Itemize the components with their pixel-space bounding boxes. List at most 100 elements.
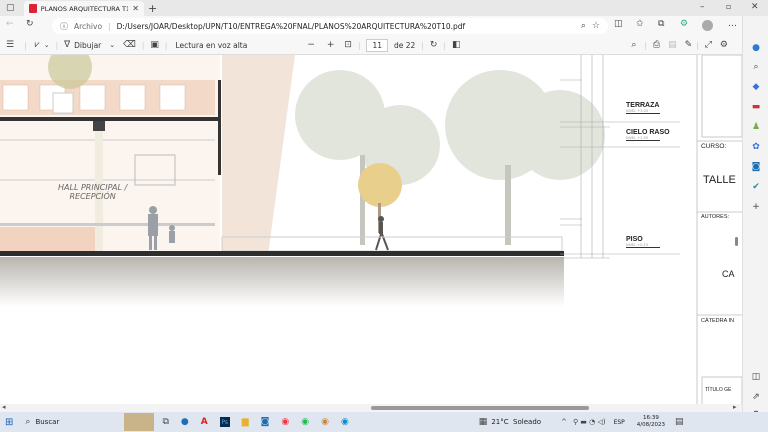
taskbar: ⊞ ⌕ Buscar ⧉ ● A Ps ▆ ◙ ◉ ◉ ◉ ◉ ▦ 21°C S… [0,412,768,432]
tools-icon[interactable]: ▬ [748,100,764,114]
edge-icon[interactable]: ◉ [341,417,349,427]
save-as-icon[interactable]: ✎ [685,40,693,50]
search-highlight-image [124,413,155,431]
close-window-icon[interactable]: ✕ [751,2,759,12]
zoom-out-icon[interactable]: − [307,40,315,50]
curso-label: CURSO: [701,143,727,150]
horizontal-scrollbar[interactable]: ◂ ▸ [0,403,742,412]
draw-button[interactable]: Dibujar [74,41,101,50]
add-icon[interactable]: + [748,200,764,214]
tab-actions-icon[interactable]: ▢ [6,3,15,13]
designer-icon[interactable]: ✔ [748,180,764,194]
file-explorer-icon[interactable]: ▆ [242,417,249,427]
yellow-tree [358,163,402,207]
address-prefix: Archivo [74,21,103,31]
title-block-frame [696,55,742,404]
weather-icon: ▦ [478,417,488,427]
pdf-toolbar: ☰ | ⩗ ⌄ | ∇ Dibujar ⌄ ⌫ | ▣ | Lectura en… [0,36,742,55]
hall-label: HALL PRINCIPAL / RECEPCIÓN [58,183,128,201]
m365-icon[interactable]: ✿ [748,140,764,154]
favorite-star-icon[interactable]: ☆ [592,21,600,31]
windows-start-icon[interactable]: ⊞ [5,417,13,428]
tray-chevron-icon[interactable]: ^ [561,418,567,426]
task-view-icon[interactable]: ⧉ [162,417,168,427]
level-cielo-raso: CIELO RASO NIVEL +2.95 [626,129,670,141]
autor-value: CA [722,269,735,279]
taskbar-search-box[interactable]: Buscar [35,418,120,426]
print-icon[interactable]: ⎙ [653,40,660,50]
vertical-scrollbar-thumb[interactable] [735,237,738,246]
ground-fog [0,257,564,307]
fullscreen-icon[interactable]: ⤢ [705,40,712,50]
games-icon[interactable]: ♟ [748,120,764,134]
outlook-icon[interactable]: ◙ [748,160,764,174]
chrome-icon[interactable]: ◉ [281,417,289,427]
scroll-left-icon[interactable]: ◂ [2,403,6,411]
titulo-label: TÍTULO GE [705,387,732,393]
scroll-right-icon[interactable]: ▸ [733,403,737,411]
maximize-icon[interactable]: ▫ [726,2,731,11]
favorites-icon[interactable]: ✩ [636,19,644,29]
sidebar-toggle-icon[interactable]: ◫ [748,370,764,384]
more-icon[interactable]: … [728,19,737,29]
autores-label: AUTORES: [701,214,730,220]
acrobat-icon[interactable]: A [201,417,208,427]
facade-wall [222,55,295,255]
notification-icon[interactable]: ● [748,41,764,55]
draw-dropdown-icon[interactable]: ⌄ [109,41,115,49]
page-total: de 22 [394,40,416,50]
outlook-taskbar-icon[interactable]: ◙ [261,417,270,427]
tab-pdf[interactable]: PLANOS ARQUITECTURA T10.pdf ✕ [24,1,144,16]
split-screen-icon[interactable]: ◫ [614,19,623,29]
tab-bar: ▢ PLANOS ARQUITECTURA T10.pdf ✕ + – ▫ ✕ [0,0,768,16]
eraser-icon[interactable]: ⌫ [123,40,136,50]
contents-icon[interactable]: ☰ [6,40,14,50]
tray-icons[interactable]: ⚲ ▬ ◔ ◁) [573,418,606,426]
horizontal-scrollbar-thumb[interactable] [371,406,589,410]
weather-text[interactable]: 21°C Soleado [491,418,541,426]
catedra-label: CÁTEDRA IN [701,318,735,324]
extensions-icon[interactable]: ⚙ [680,19,688,29]
read-aloud-button[interactable]: Lectura en voz alta [175,41,247,50]
page-view-icon[interactable]: ◧ [452,40,461,50]
save-icon[interactable]: ▤ [668,40,677,50]
edge-sidebar: ● ⌕ ◆ ▬ ♟ ✿ ◙ ✔ + ◫ ⇗ ⚙ [742,16,768,420]
pdf-page-view: HALL PRINCIPAL / RECEPCIÓN TERRAZA NIVEL… [0,55,742,404]
search-pdf-icon[interactable]: ⌕ [631,40,636,50]
close-tab-icon[interactable]: ✕ [132,4,139,13]
search-icon[interactable]: ⌕ [748,60,764,74]
language-indicator[interactable]: ESP [614,419,625,426]
background-trees [295,70,605,245]
curso-value: TALLE [703,174,736,186]
chrome-profile-icon[interactable]: ◉ [321,417,329,427]
page-number-input[interactable]: 11 [366,38,389,52]
highlight-icon[interactable]: ⩗ [35,40,40,50]
address-input[interactable]: ⓘ Archivo | D:/Users/JOAR/Desktop/UPN/T1… [52,18,608,34]
fit-page-icon[interactable]: ⊡ [344,40,352,50]
highlight-dropdown-icon[interactable]: ⌄ [44,41,50,49]
notifications-icon[interactable]: ▤ [675,417,684,427]
shopping-icon[interactable]: ◆ [748,80,764,94]
rotate-icon[interactable]: ↻ [430,40,438,50]
refresh-icon[interactable]: ↻ [26,19,34,29]
tab-title: PLANOS ARQUITECTURA T10.pdf [40,4,129,13]
read-aloud-icon[interactable]: ▣ [150,40,159,50]
pdf-icon [29,4,37,13]
open-external-icon[interactable]: ⇗ [748,390,764,404]
back-icon[interactable]: ← [6,19,14,29]
divider: | [108,21,111,31]
zoom-icon[interactable]: ⌕ [581,21,586,31]
url-text: D:/Users/JOAR/Desktop/UPN/T10/ENTREGA%20… [116,21,466,31]
collections-icon[interactable]: ⧉ [658,19,664,29]
spotify-icon[interactable]: ◉ [301,417,309,427]
clock[interactable]: 16:39 4/08/2023 [637,415,665,429]
info-icon: ⓘ [60,21,68,31]
new-tab-icon[interactable]: + [148,2,157,15]
draw-icon[interactable]: ∇ [64,40,70,50]
profile-avatar[interactable] [702,20,713,31]
pdf-settings-icon[interactable]: ⚙ [720,40,728,50]
photoshop-icon[interactable]: Ps [219,417,230,427]
app-icon-blue[interactable]: ● [181,417,189,427]
zoom-in-icon[interactable]: + [327,40,335,50]
minimize-icon[interactable]: – [700,2,705,12]
